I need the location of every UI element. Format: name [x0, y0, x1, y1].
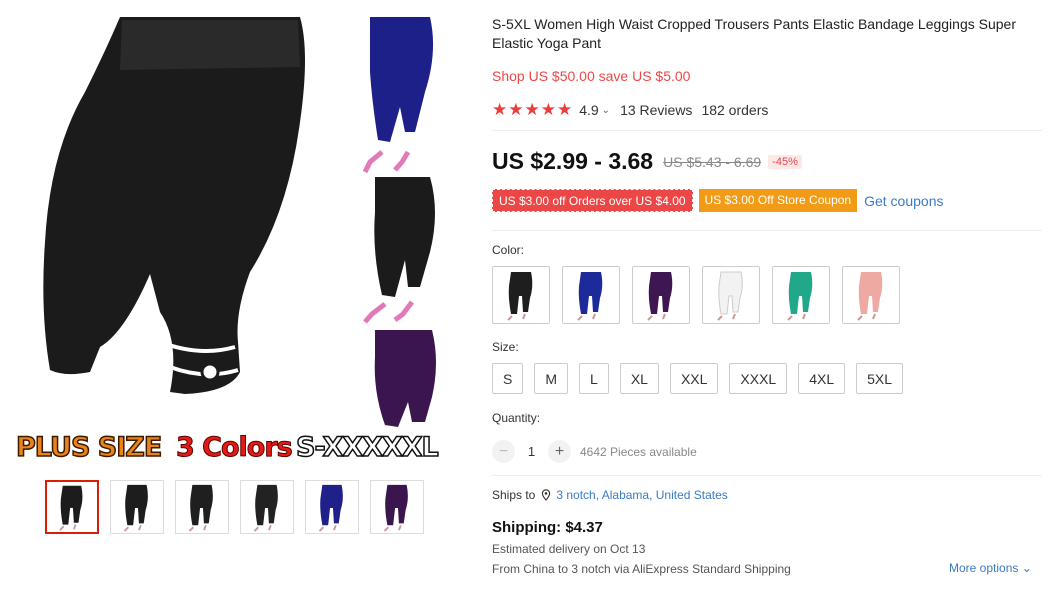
leggings-swatch-icon: [318, 484, 343, 532]
leggings-swatch-icon: [647, 272, 673, 321]
shipping-cost: Shipping: $4.37: [492, 519, 603, 536]
thumbnail-6[interactable]: [370, 480, 424, 534]
price-row: US $2.99 - 3.68 US $5.43 - 6.69 -45%: [492, 148, 802, 175]
shop-promo-text: Shop US $50.00 save US $5.00: [492, 68, 691, 84]
shipping-route: From China to 3 notch via AliExpress Sta…: [492, 562, 791, 576]
color-option-4[interactable]: [702, 266, 760, 324]
quantity-label: Quantity:: [492, 411, 541, 425]
chevron-down-icon[interactable]: ⌄: [1022, 561, 1032, 575]
ships-to-row: Ships to 3 notch, Alabama, United States: [492, 488, 728, 502]
color-option-1[interactable]: [492, 266, 550, 324]
thumbnail-1[interactable]: [45, 480, 99, 534]
color-option-2[interactable]: [562, 266, 620, 324]
color-option-3[interactable]: [632, 266, 690, 324]
quantity-stepper: − 1 + 4642 Pieces available: [492, 440, 697, 463]
thumbnail-5[interactable]: [305, 480, 359, 534]
size-option-m[interactable]: M: [534, 363, 569, 394]
ships-to-label: Ships to: [492, 488, 536, 502]
thumbnail-4[interactable]: [240, 480, 294, 534]
original-price: US $5.43 - 6.69: [663, 153, 762, 170]
location-pin-icon: [542, 489, 551, 501]
size-option-l[interactable]: L: [579, 363, 609, 394]
ships-to-location-link[interactable]: 3 notch, Alabama, United States: [556, 488, 727, 502]
color-option-6[interactable]: [842, 266, 900, 324]
more-options-link[interactable]: More options ⌄: [949, 561, 1032, 575]
product-title: S-5XL Women High Waist Cropped Trousers …: [492, 16, 1016, 51]
leggings-swatch-icon: [123, 484, 148, 532]
leggings-swatch-icon: [253, 484, 278, 532]
banner-colors: 3 Colors: [176, 432, 294, 464]
thumbnail-2[interactable]: [110, 480, 164, 534]
color-option-5[interactable]: [772, 266, 830, 324]
rating-value[interactable]: 4.9: [579, 102, 598, 118]
quantity-plus-button[interactable]: +: [548, 440, 571, 463]
coupon-orders-over[interactable]: US $3.00 off Orders over US $4.00: [492, 189, 693, 212]
leggings-swatch-icon: [188, 484, 213, 532]
pieces-available: 4642 Pieces available: [580, 444, 697, 459]
quantity-minus-button[interactable]: −: [492, 440, 515, 463]
main-product-image[interactable]: [10, 12, 462, 470]
leggings-swatch-icon: [787, 272, 813, 321]
leggings-swatch-icon: [857, 272, 883, 321]
coupon-row: US $3.00 off Orders over US $4.00 US $3.…: [492, 189, 943, 212]
current-price: US $2.99 - 3.68: [492, 148, 654, 174]
discount-badge: -45%: [768, 154, 802, 169]
size-option-s[interactable]: S: [492, 363, 524, 394]
color-label: Color:: [492, 243, 525, 257]
leggings-swatch-icon: [383, 484, 408, 532]
divider: [492, 130, 1042, 131]
thumbnail-3[interactable]: [175, 480, 229, 534]
get-coupons-link[interactable]: Get coupons: [864, 193, 943, 209]
size-option-4xl[interactable]: 4XL: [798, 363, 846, 394]
promo-banner: PLUS SIZE 3 Colors S-XXXXXL: [15, 428, 466, 472]
size-option-xl[interactable]: XL: [619, 363, 659, 394]
divider: [492, 475, 1042, 476]
quantity-value[interactable]: 1: [515, 444, 548, 459]
coupon-store[interactable]: US $3.00 Off Store Coupon: [698, 189, 858, 212]
more-options-label[interactable]: More options: [949, 561, 1018, 575]
product-gallery: PLUS SIZE 3 Colors S-XXXXXL: [0, 0, 470, 589]
leggings-swatch-icon: [577, 272, 603, 321]
size-option-xxl[interactable]: XXL: [669, 363, 719, 394]
size-option-5xl[interactable]: 5XL: [856, 363, 904, 394]
chevron-down-icon[interactable]: ⌄: [602, 105, 610, 116]
thumbnail-strip: [45, 480, 424, 534]
rating-row: ★★★★★ 4.9 ⌄ 13 Reviews 182 orders: [492, 100, 768, 120]
leggings-main-illustration: [43, 17, 436, 427]
color-options: [492, 266, 900, 324]
size-options: S M L XL XXL XXXL 4XL 5XL: [492, 363, 904, 394]
size-label: Size:: [492, 340, 519, 354]
banner-size-range: S-XXXXXL: [295, 431, 439, 464]
rating-stars-icon: ★★★★★: [492, 100, 574, 119]
leggings-swatch-icon: [59, 485, 83, 531]
size-option-xxxl[interactable]: XXXL: [729, 363, 788, 394]
orders-count: 182 orders: [701, 102, 769, 118]
reviews-link[interactable]: 13 Reviews: [620, 102, 692, 118]
leggings-swatch-icon: [717, 271, 743, 321]
leggings-swatch-icon: [507, 272, 533, 321]
banner-plus-size: PLUS SIZE: [15, 431, 163, 464]
divider: [492, 230, 1042, 231]
estimated-delivery: Estimated delivery on Oct 13: [492, 542, 646, 556]
